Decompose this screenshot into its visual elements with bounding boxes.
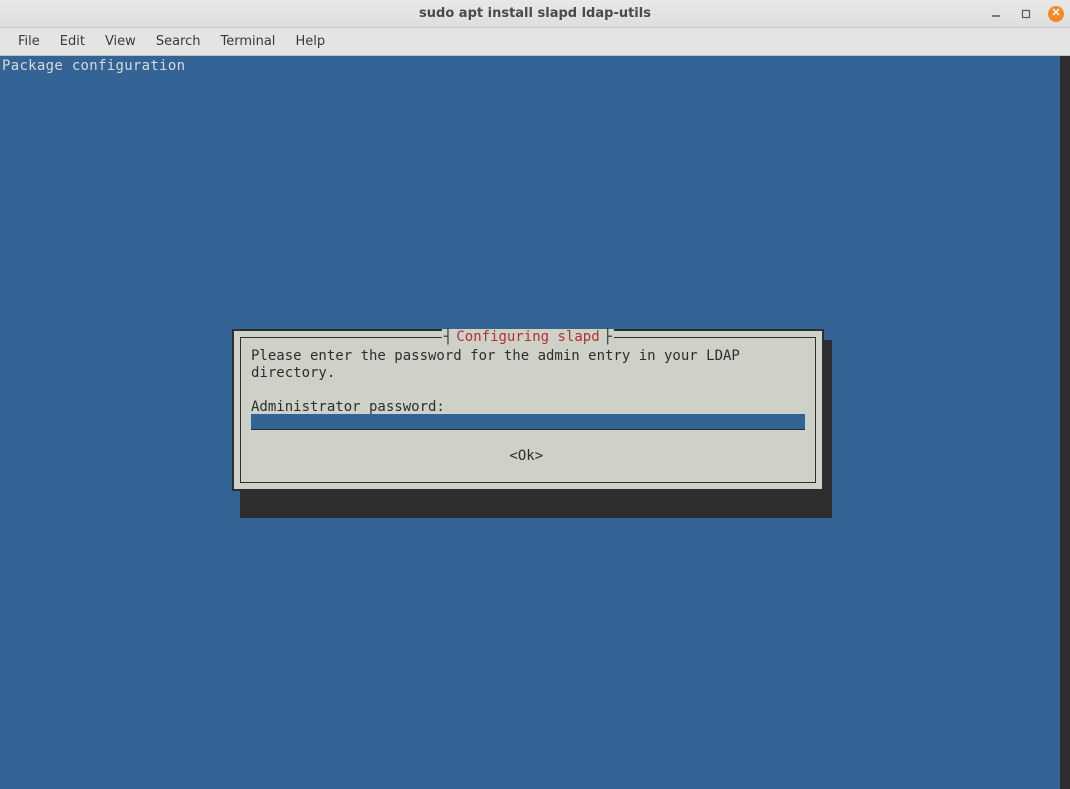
title-bracket-right: ├ xyxy=(604,329,612,346)
title-bracket-left: ┤ xyxy=(444,329,452,346)
menu-help[interactable]: Help xyxy=(285,30,335,53)
window-controls xyxy=(988,6,1064,22)
terminal-area[interactable]: Package configuration ┤ Configuring slap… xyxy=(0,56,1070,789)
minimize-button[interactable] xyxy=(988,6,1004,22)
dialog-body: Please enter the password for the admin … xyxy=(241,338,815,416)
menu-edit[interactable]: Edit xyxy=(50,30,95,53)
password-input[interactable] xyxy=(251,414,805,430)
dialog-title: Configuring slapd xyxy=(452,329,603,346)
menu-view[interactable]: View xyxy=(95,30,146,53)
menu-file[interactable]: File xyxy=(8,30,50,53)
titlebar: sudo apt install slapd ldap-utils xyxy=(0,0,1070,28)
configure-dialog: ┤ Configuring slapd ├ Please enter the p… xyxy=(232,329,824,491)
menubar: File Edit View Search Terminal Help xyxy=(0,28,1070,56)
menu-search[interactable]: Search xyxy=(146,30,211,53)
menu-terminal[interactable]: Terminal xyxy=(210,30,285,53)
maximize-button[interactable] xyxy=(1018,6,1034,22)
dialog-title-wrap: ┤ Configuring slapd ├ xyxy=(442,329,614,346)
close-button[interactable] xyxy=(1048,6,1064,22)
ok-button[interactable]: <Ok> xyxy=(509,448,543,465)
terminal-header: Package configuration xyxy=(2,58,185,75)
scrollbar[interactable] xyxy=(1060,56,1070,789)
window-title: sudo apt install slapd ldap-utils xyxy=(419,6,651,21)
dialog-message: Please enter the password for the admin … xyxy=(251,348,805,382)
dialog-frame: ┤ Configuring slapd ├ Please enter the p… xyxy=(240,337,816,483)
